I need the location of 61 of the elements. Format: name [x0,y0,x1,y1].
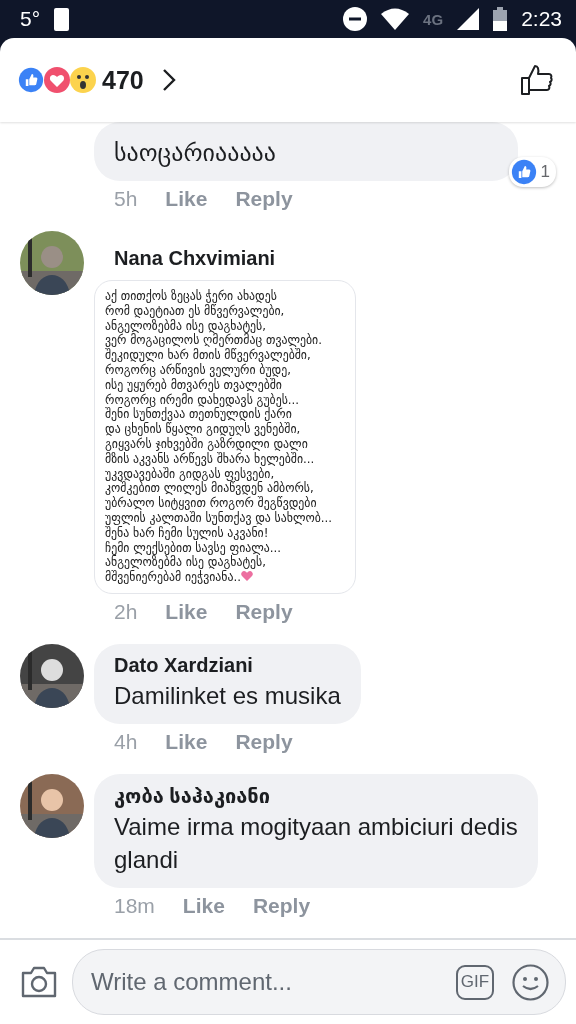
temperature: 5° [20,7,41,31]
like-reaction-icon [510,159,537,185]
comment-input[interactable]: Write a comment... GIF [72,949,566,1015]
heart-reaction-icon [44,67,70,93]
clock: 2:23 [521,7,562,31]
reaction-pill[interactable]: 1 [508,157,556,187]
comment-time: 2h [114,599,138,624]
battery-icon [493,7,508,31]
reply-link[interactable]: Reply [235,187,293,211]
like-link[interactable]: Like [165,599,208,624]
poem-line: გიყვარს ჯიხვებში გაზრდილი დალი [105,436,309,452]
poem-image[interactable] [94,280,356,594]
emoji-icon[interactable] [512,963,549,1001]
poem-line: როგორც არწივის ველური ბუდე, [105,363,292,378]
poem-line: და ცხენის წყალი გიდუღს ვენებში, [105,422,302,437]
author-name[interactable]: კობა საჰაკიანი [114,783,518,808]
reaction-count[interactable]: 470 [102,65,144,95]
comment-text: საოცარიააააა [114,138,277,169]
poem-line: აქ თითქოს ზეცას ჭერი ახადეს [105,289,278,304]
poem-line: უკვდავებაში გიდგას ფესვები, [105,466,275,482]
like-link[interactable]: Like [165,187,208,211]
thumbs-up-icon[interactable] [520,64,554,96]
reply-link[interactable]: Reply [235,599,293,624]
poem-line: ანგელოზებმა ისე დაგხატეს, [105,555,266,571]
poem-line: მშვენიერებამ იეჭვიანა.. [105,570,345,585]
signal-icon [457,8,480,30]
reaction-pill-count: 1 [540,162,550,182]
like-link[interactable]: Like [182,893,225,918]
poem-line: რომ დაეტიათ ეს მწვერვალები, [105,303,286,319]
poem-line: როგორც ირემი დახედავს გუბეს... [105,392,301,408]
poem-line: ჩემი ლექსებით სავსე ფიალა... [105,540,283,556]
like-reaction-icon [18,67,44,93]
phone-icon [54,7,70,31]
like-link[interactable]: Like [165,729,208,754]
do-not-disturb-icon [343,7,368,31]
poem-line: მზის აკვანს არწევს შხარა ხელებში... [105,451,316,467]
wifi-icon [381,8,410,30]
poem-line: შენა ხარ ჩემი სულის აკვანი! [105,525,270,541]
wow-reaction-icon [70,67,96,93]
camera-icon[interactable] [20,965,58,999]
author-name[interactable]: Nana Chxvimiani [94,231,276,270]
heart-icon [241,571,253,582]
comment-time: 18m [114,893,155,918]
author-name[interactable]: Dato Xardziani [114,653,341,677]
reply-link[interactable]: Reply [252,893,311,918]
network-type: 4G [423,10,444,28]
comment-time: 5h [114,187,138,211]
poem-line: უფლის კალთაში სუნთქავ და სახლობ... [105,510,334,526]
reply-link[interactable]: Reply [235,729,293,754]
comment-text: Damilinket es musika [114,680,341,711]
poem-line: უბრალო სიტყვით როგორ შეგწვდები [105,496,318,511]
poem-line: შენი სუნთქვაა თეთნულდის ქარი [105,407,292,423]
poem-line: ანგელოზებმა ისე დაგხატეს, [105,318,266,334]
comment-text: Vaime irma mogityaan ambiciuri dedis glandi [114,811,518,875]
gif-button[interactable]: GIF [456,964,494,1000]
poem-line: შეკიდული ხარ მთის მწვერვალებში, [105,348,311,363]
poem-line: ისე უყურებ მთვარეს თვალებში [105,377,283,393]
poem-line: ვერ მოგაცილოს ღმერთმაც თვალები. [105,333,323,349]
chevron-right-icon[interactable] [161,68,176,92]
poem-line: კოშკებით ლილეს მიაწვდენ ამბორს, [105,481,314,497]
comment-time: 4h [114,729,138,754]
